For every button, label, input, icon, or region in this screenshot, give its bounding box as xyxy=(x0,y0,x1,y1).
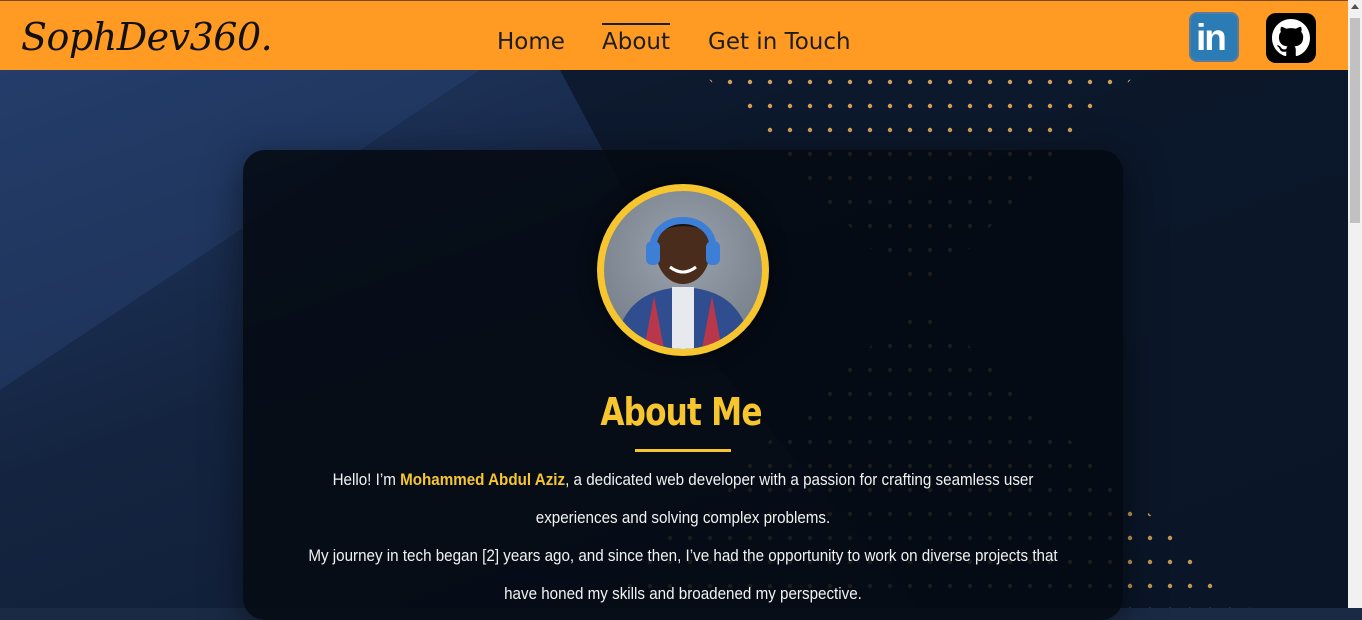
linkedin-icon[interactable]: in xyxy=(1189,12,1239,62)
nav-about[interactable]: About xyxy=(602,23,671,55)
nav-home[interactable]: Home xyxy=(497,29,565,55)
developer-name: Mohammed Abdul Aziz xyxy=(400,471,566,489)
about-journey: My journey in tech began [2] years ago, … xyxy=(308,547,1058,603)
intro-prefix: Hello! I’m xyxy=(332,471,401,489)
profile-photo xyxy=(614,217,752,349)
site-header: SophDev360. Home About Get in Touch in xyxy=(0,0,1348,70)
github-mark xyxy=(1272,19,1310,57)
intro-suffix: , a dedicated web developer with a passi… xyxy=(535,471,1034,527)
about-intro: Hello! I’m Mohammed Abdul Aziz, a dedica… xyxy=(303,461,1063,537)
profile-avatar xyxy=(597,184,769,356)
nav-get-in-touch[interactable]: Get in Touch xyxy=(708,29,851,55)
page-scrollbar[interactable] xyxy=(1348,0,1362,608)
scroll-up-arrow-icon[interactable] xyxy=(1351,4,1359,9)
about-title: About Me xyxy=(600,390,762,434)
linkedin-glyph: in xyxy=(1196,17,1227,58)
site-logo[interactable]: SophDev360. xyxy=(21,15,273,59)
github-icon[interactable] xyxy=(1266,13,1316,63)
scroll-thumb[interactable] xyxy=(1350,18,1360,223)
title-underline xyxy=(635,449,731,452)
